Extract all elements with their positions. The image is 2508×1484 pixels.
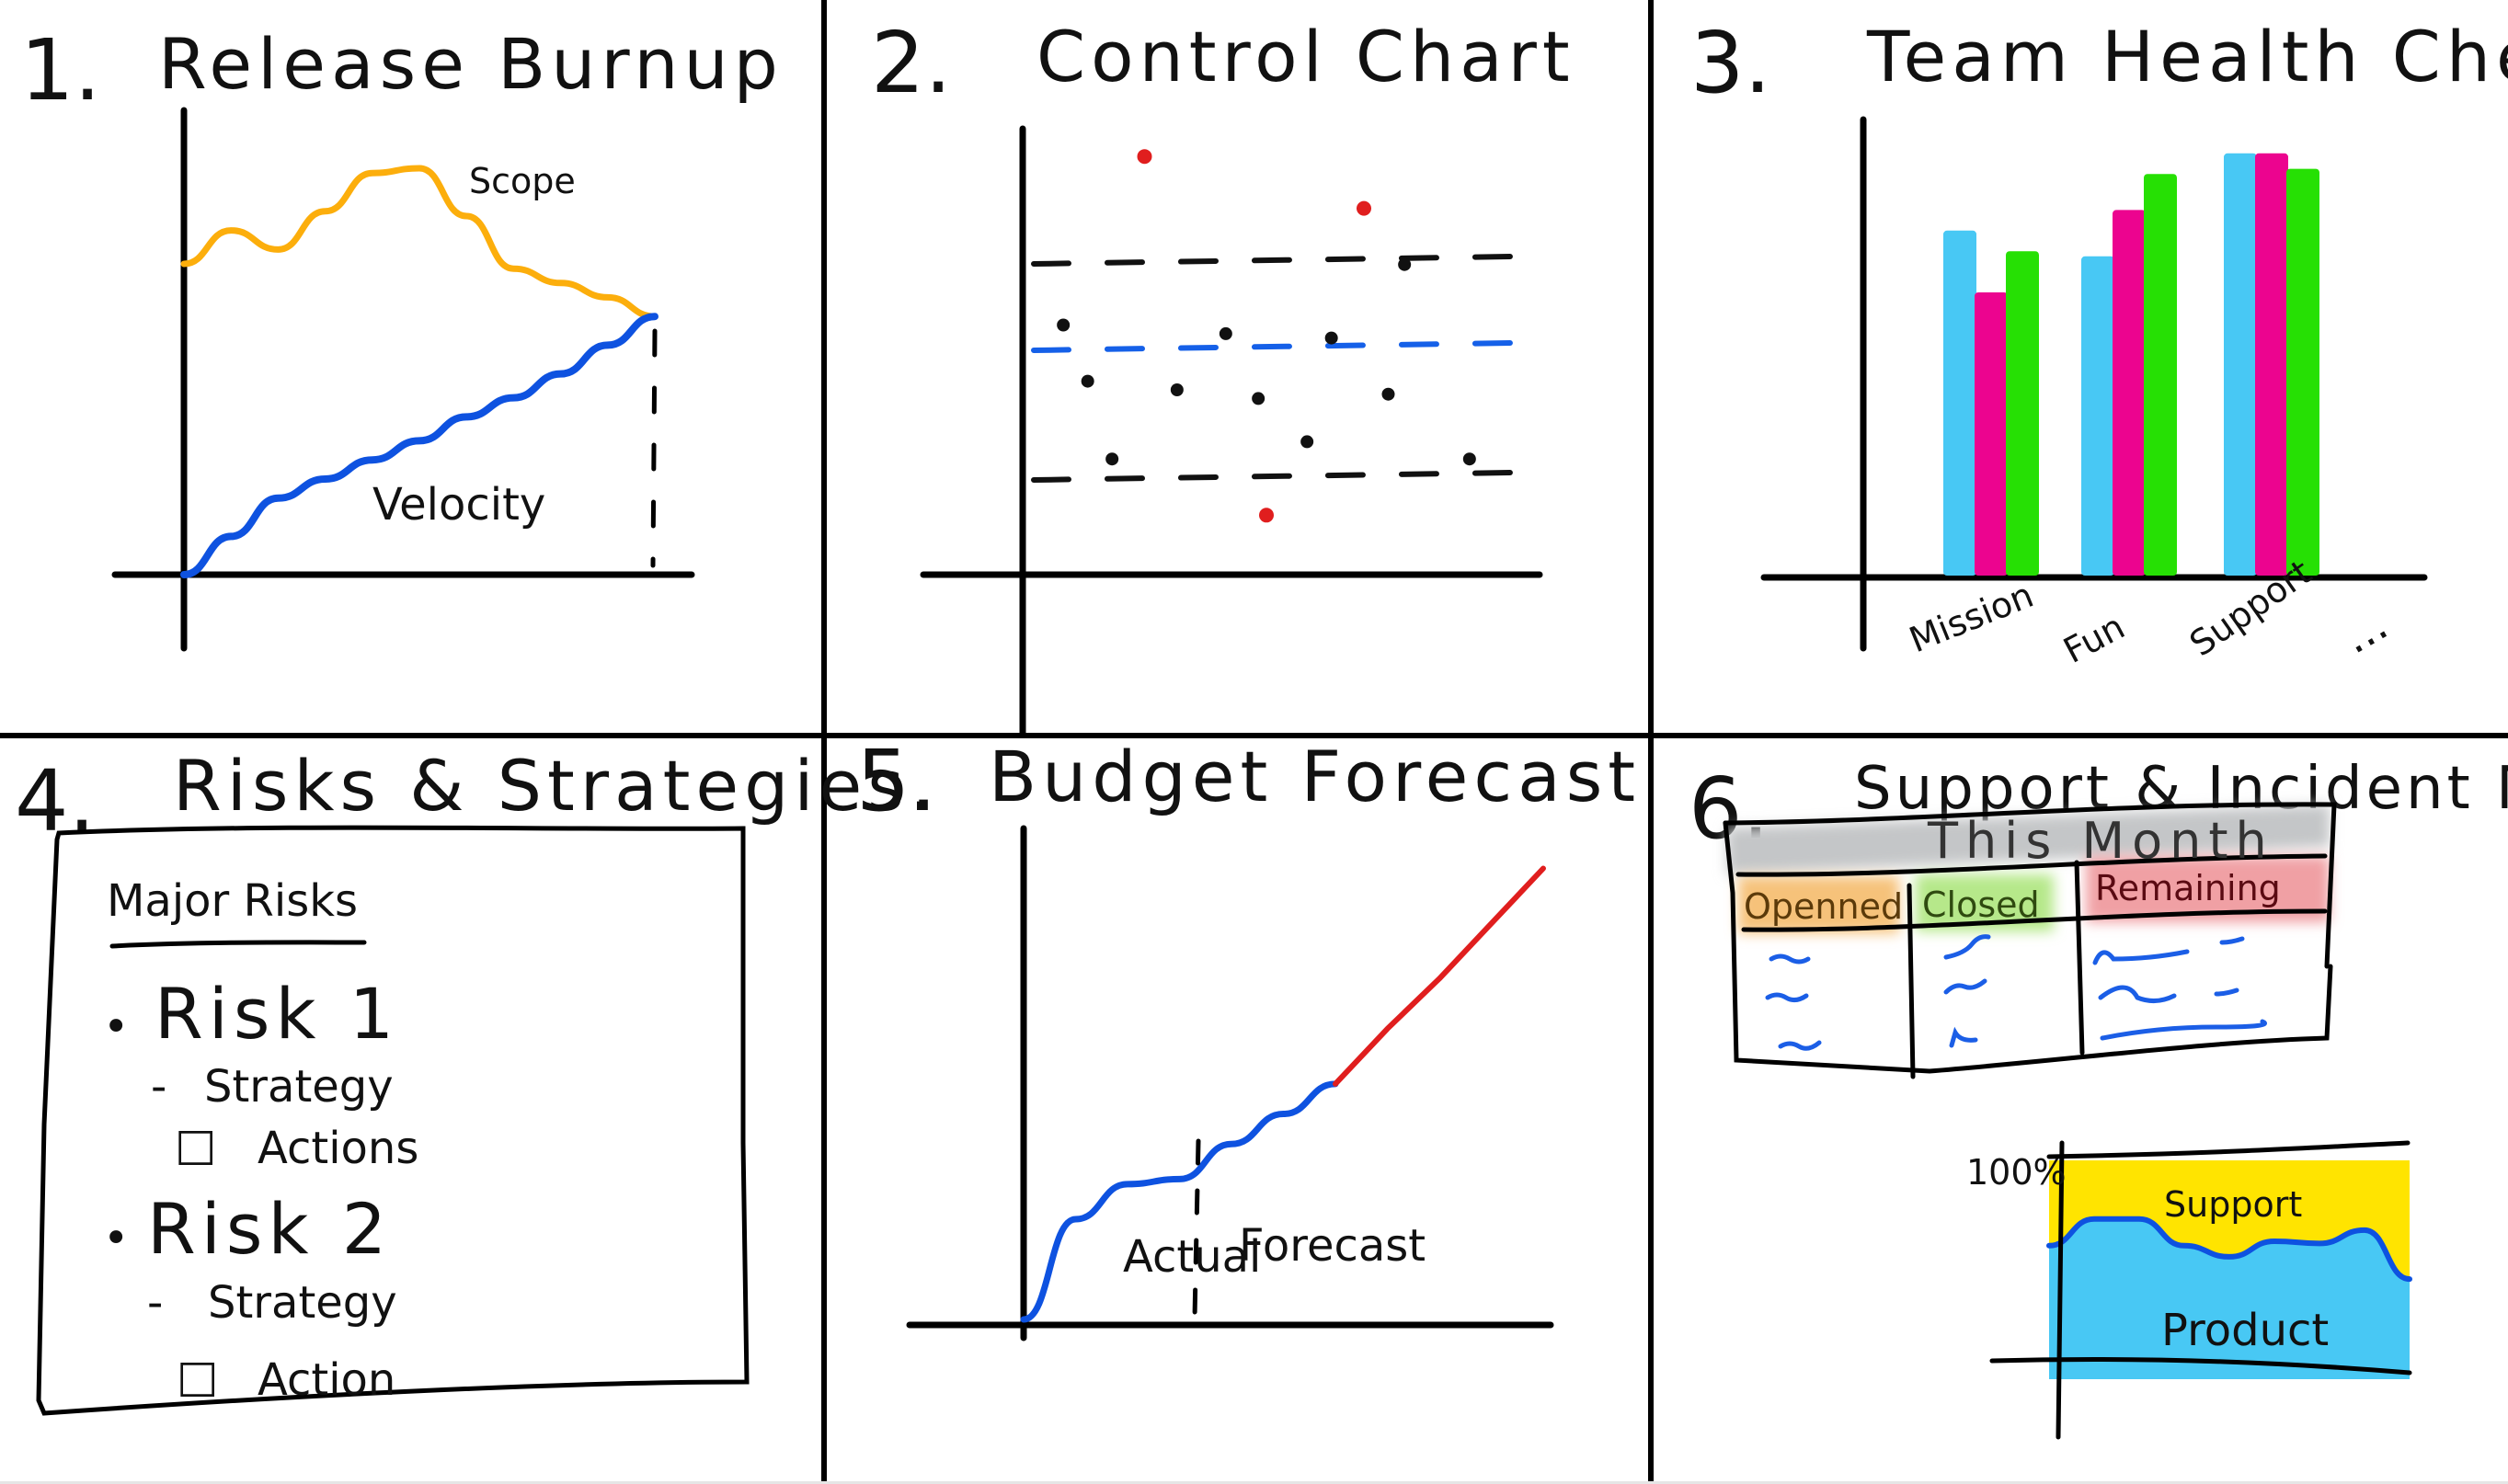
table-column-divider bbox=[2074, 860, 2085, 1056]
out-of-control-point bbox=[1137, 149, 1152, 165]
cell-scribble bbox=[2219, 936, 2245, 945]
bar-mission-1 bbox=[1943, 230, 1976, 576]
panel-release-burnup: 1. Release Burnup Scope Velocity bbox=[0, 0, 821, 733]
velocity-label: Velocity bbox=[372, 479, 545, 531]
data-point bbox=[1219, 326, 1232, 340]
category-label-mission: Mission bbox=[1904, 575, 2039, 661]
cell-scribble bbox=[1949, 1026, 1978, 1048]
panel-risks-strategies: 4. Risks & Strategies. Major Risks • Ris… bbox=[0, 738, 932, 1481]
risk-1-name: Risk 1 bbox=[155, 973, 399, 1055]
product-area-label: Product bbox=[2161, 1305, 2329, 1356]
data-point bbox=[1170, 383, 1184, 396]
scope-label: Scope bbox=[469, 161, 576, 201]
panel-title: Budget Forecast bbox=[989, 736, 1641, 817]
data-point bbox=[1057, 318, 1071, 332]
cell-scribble bbox=[2098, 985, 2177, 1003]
panel-title: Control Chart bbox=[1036, 16, 1575, 97]
strategy-bullet: - bbox=[147, 1277, 163, 1329]
cell-scribble bbox=[2214, 987, 2239, 997]
bar-fun-3 bbox=[2144, 174, 2177, 576]
bar-mission-3 bbox=[2006, 251, 2039, 576]
data-point bbox=[1252, 392, 1265, 405]
forecast-label: Forecast bbox=[1239, 1220, 1426, 1272]
release-burnup-chart: 1. Release Burnup Scope Velocity bbox=[20, 21, 784, 652]
action-checkbox: □ bbox=[177, 1351, 218, 1402]
table-cell-scribbles bbox=[1765, 934, 2267, 1051]
out-of-control-point bbox=[1357, 200, 1371, 216]
panel-budget-forecast: 5. Budget Forecast Actual Forecast bbox=[827, 732, 1648, 1481]
column-header-remaining: Remaining bbox=[2095, 868, 2281, 908]
area-axis-top-label: 100% bbox=[1966, 1152, 2067, 1193]
bar-fun-2 bbox=[2113, 210, 2146, 576]
budget-forecast-chart: 5. Budget Forecast Actual Forecast bbox=[856, 732, 1641, 1341]
out-of-control-point bbox=[1259, 508, 1274, 523]
release-date-marker bbox=[650, 328, 658, 568]
bar-support-3 bbox=[2286, 168, 2319, 576]
category-label-fun: Fun bbox=[2057, 606, 2132, 671]
bar-fun-1 bbox=[2081, 256, 2114, 576]
risk-1-action: Actions bbox=[258, 1123, 418, 1174]
panel-number: 1. bbox=[20, 21, 101, 120]
column-header-closed: Closed bbox=[1922, 885, 2040, 925]
risk-1-strategy: Strategy bbox=[204, 1061, 394, 1113]
risk-2-strategy: Strategy bbox=[208, 1277, 397, 1329]
cell-scribble bbox=[2092, 949, 2190, 965]
bar-support-2 bbox=[2255, 153, 2288, 576]
more-categories-ellipsis: ... bbox=[2334, 599, 2397, 664]
panel-number: 5. bbox=[856, 732, 937, 830]
actual-spend-line bbox=[1020, 1080, 1339, 1323]
cell-scribble bbox=[1765, 992, 1809, 1003]
strategy-bullet: - bbox=[151, 1061, 166, 1113]
panel-number: 4. bbox=[15, 752, 96, 850]
cell-scribble bbox=[1769, 953, 1811, 965]
data-point bbox=[1300, 435, 1314, 449]
data-point bbox=[1081, 374, 1094, 388]
data-point bbox=[1324, 331, 1338, 345]
heading-underline bbox=[109, 940, 367, 949]
cell-scribble bbox=[1943, 934, 1991, 960]
forecast-spend-line bbox=[1333, 865, 1546, 1087]
data-point bbox=[1105, 452, 1119, 466]
panel-number: 3. bbox=[1690, 14, 1771, 112]
table-caption: This Month bbox=[1927, 812, 2274, 870]
panel-support-incident-metrics: 6. Support & Incident Metrics This Month… bbox=[1654, 738, 2508, 1481]
lower-control-limit-line bbox=[1031, 470, 1515, 483]
velocity-line bbox=[180, 313, 658, 578]
data-point bbox=[1462, 452, 1476, 466]
major-risks-heading: Major Risks bbox=[107, 875, 358, 927]
table-column-divider bbox=[1907, 883, 1916, 1079]
column-header-opened: Openned bbox=[1744, 886, 1903, 927]
risk-2-name: Risk 2 bbox=[147, 1188, 392, 1270]
support-metrics-board: 6. Support & Incident Metrics This Month… bbox=[1689, 755, 2508, 1440]
support-area-label: Support bbox=[2164, 1184, 2302, 1225]
cell-scribble bbox=[1943, 978, 1987, 995]
risk-bullet: • bbox=[103, 1213, 129, 1264]
panel-title: Risks & Strategies. bbox=[173, 745, 937, 827]
cell-scribble bbox=[1778, 1040, 1822, 1051]
scope-line bbox=[180, 165, 658, 320]
risks-board: 4. Risks & Strategies. Major Risks • Ris… bbox=[15, 745, 932, 1416]
cell-scribble bbox=[2100, 1019, 2267, 1041]
area-top-line bbox=[2046, 1140, 2411, 1159]
mean-line bbox=[1031, 340, 1515, 353]
panel-title: Release Burnup bbox=[158, 23, 784, 105]
risk-bullet: • bbox=[103, 1001, 129, 1053]
bar-support-1 bbox=[2224, 153, 2257, 576]
panel-control-chart: 2. Control Chart bbox=[827, 0, 1648, 737]
panel-number: 2. bbox=[871, 14, 952, 112]
data-point bbox=[1398, 257, 1412, 271]
risk-2-action: Action bbox=[258, 1354, 395, 1406]
action-checkbox: □ bbox=[175, 1119, 216, 1170]
panel-team-health-check: 3. Team Health Check Mission Fun Support… bbox=[1654, 0, 2508, 733]
control-chart: 2. Control Chart bbox=[871, 14, 1575, 737]
panel-title: Team Health Check bbox=[1866, 16, 2508, 97]
bar-mission-2 bbox=[1975, 292, 2008, 576]
upper-control-limit-line bbox=[1031, 254, 1515, 267]
data-point bbox=[1381, 387, 1395, 401]
team-health-chart: 3. Team Health Check Mission Fun Support… bbox=[1690, 14, 2508, 671]
